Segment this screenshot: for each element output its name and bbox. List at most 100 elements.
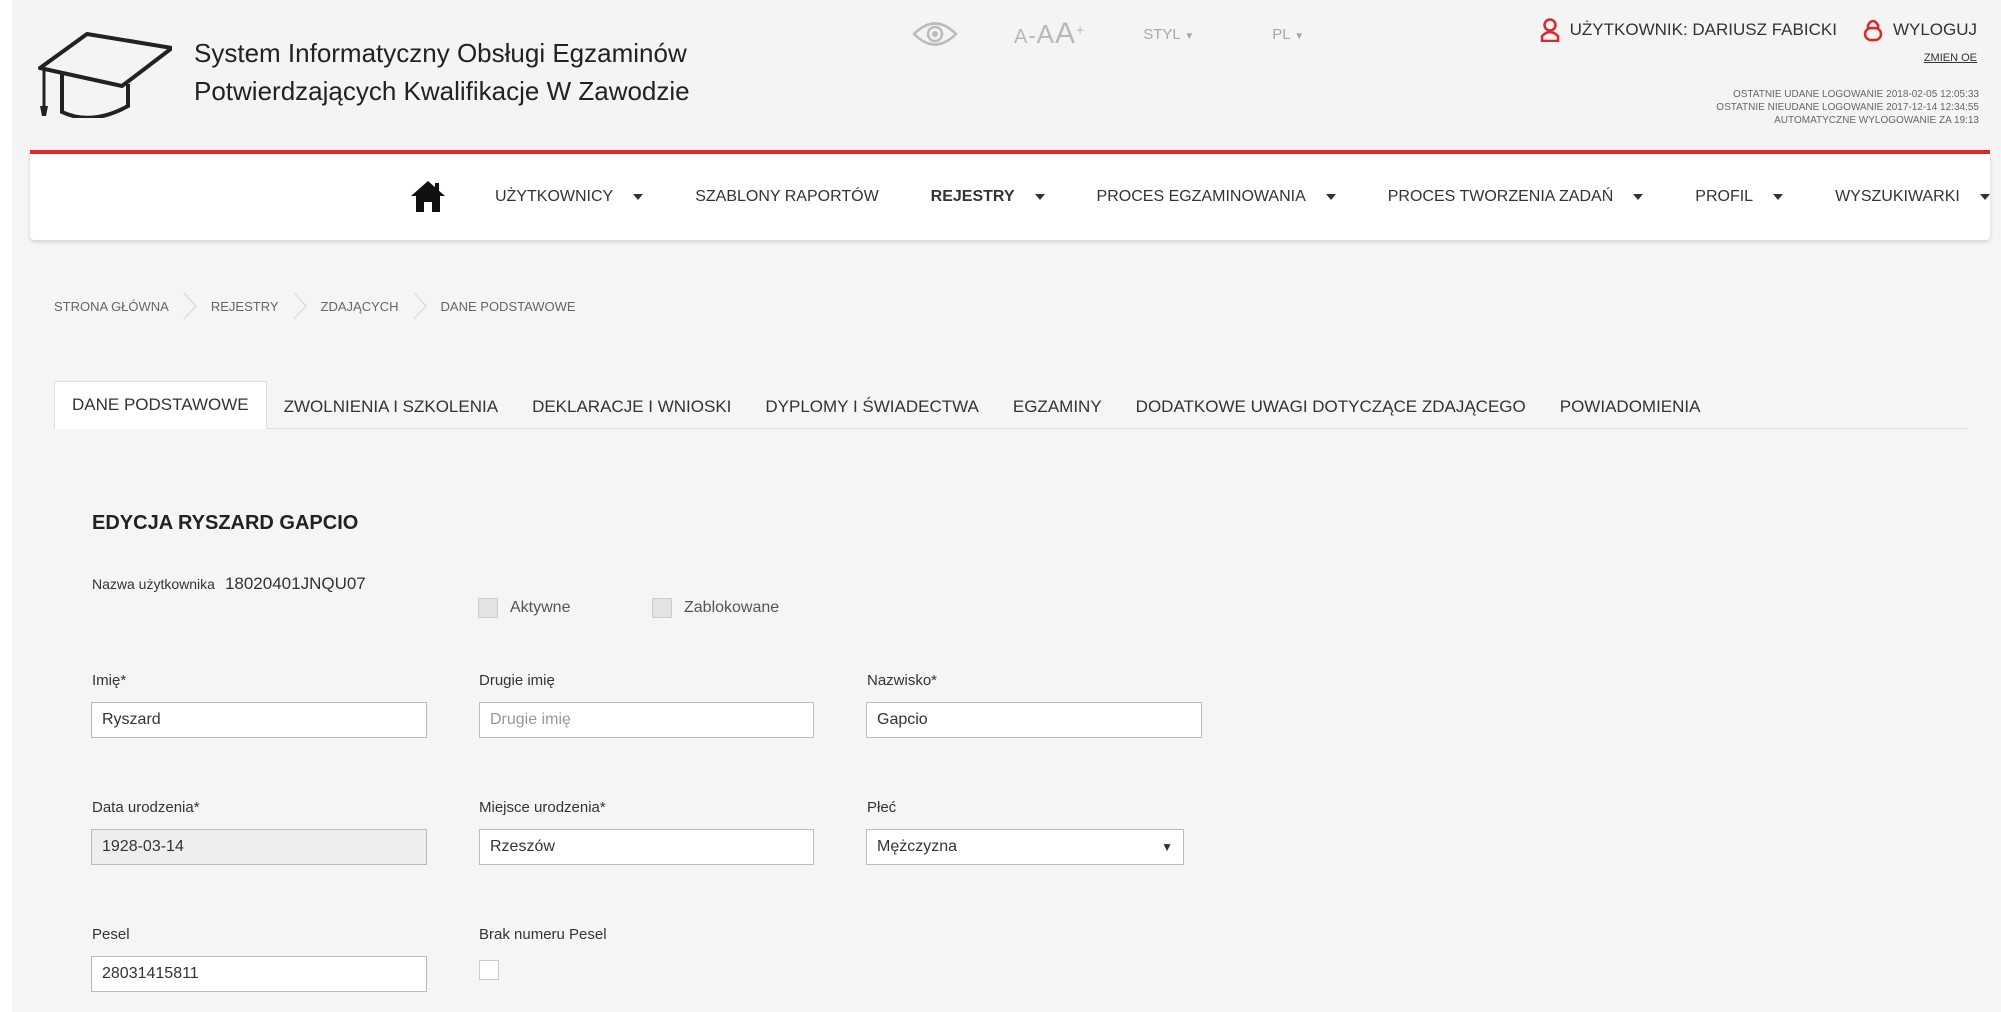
surname-label: Nazwisko* (867, 672, 938, 689)
breadcrumb-separator-icon (292, 292, 307, 320)
font-size-switcher[interactable]: A-AA+ (1014, 17, 1085, 51)
no-pesel-checkbox[interactable] (479, 960, 499, 980)
breadcrumb-separator-icon (183, 292, 197, 320)
chevron-down-icon: ▼ (1294, 30, 1305, 42)
blocked-checkbox[interactable] (652, 598, 672, 618)
nav-items: UŻYTKOWNICY SZABLONY RAPORTÓW REJESTRY P… (495, 154, 2001, 240)
font-size-minus: - (1028, 23, 1037, 48)
breadcrumb: STRONA GŁÓWNA REJESTRY ZDAJĄCYCH DANE PO… (54, 292, 576, 320)
last-failed-login: OSTATNIE NIEUDANE LOGOWANIE 2017-12-14 1… (1716, 102, 1979, 113)
app-title: System Informatyczny Obsługi Egzaminów P… (194, 34, 690, 110)
pesel-input[interactable] (91, 956, 427, 992)
nav-item-proces-tworzenia-zadan[interactable]: PROCES TWORZENIA ZADAŃ (1388, 188, 1644, 206)
first-name-input[interactable] (91, 702, 427, 738)
second-name-input[interactable] (479, 702, 814, 738)
caret-down-icon (1773, 194, 1784, 200)
nav-item-wyszukiwarki[interactable]: WYSZUKIWARKI (1835, 188, 1990, 206)
birth-date-input (91, 829, 427, 865)
header: System Informatyczny Obsługi Egzaminów P… (12, 0, 2001, 150)
tab-dyplomy-i-swiadectwa[interactable]: DYPLOMY I ŚWIADECTWA (748, 384, 995, 428)
gender-select[interactable]: Mężczyzna ▼ (866, 829, 1184, 865)
breadcrumb-item-current: DANE PODSTAWOWE (440, 298, 576, 314)
nav-item-label: PROCES TWORZENIA ZADAŃ (1387, 188, 1614, 205)
lock-icon (1863, 19, 1883, 42)
tab-zwolnienia-i-szkolenia[interactable]: ZWOLNIENIA I SZKOLENIA (267, 384, 515, 428)
style-label: STYL (1143, 25, 1181, 43)
chevron-down-icon: ▼ (1184, 30, 1195, 42)
blocked-label: Zablokowane (684, 599, 780, 616)
username-row: Nazwa użytkownika 18020401JNQU07 (92, 574, 366, 594)
chevron-down-icon: ▼ (1161, 840, 1173, 854)
app-title-line2: Potwierdzających Kwalifikacje W Zawodzie (194, 76, 690, 106)
language-label: PL (1272, 25, 1291, 43)
second-name-label: Drugie imię (479, 672, 555, 689)
nav-item-label: PROCES EGZAMINOWANIA (1096, 188, 1306, 205)
birth-date-label: Data urodzenia* (92, 799, 200, 816)
active-checkbox-row: Aktywne (478, 598, 570, 618)
last-success-login: OSTATNIE UDANE LOGOWANIE 2018-02-05 12:0… (1732, 89, 1979, 100)
active-checkbox[interactable] (478, 598, 498, 618)
nav-item-uzytkownicy[interactable]: UŻYTKOWNICY (495, 188, 644, 206)
nav-item-label: REJESTRY (930, 188, 1015, 205)
breadcrumb-item[interactable]: STRONA GŁÓWNA (54, 299, 169, 314)
change-password-link[interactable]: ZMIEN OE (1924, 52, 1977, 64)
app-title-line1: System Informatyczny Obsługi Egzaminów (194, 38, 687, 68)
tab-powiadomienia[interactable]: POWIADOMIENIA (1543, 384, 1718, 428)
nav-item-profil[interactable]: PROFIL (1695, 188, 1784, 206)
left-margin (0, 0, 12, 1012)
nav-item-label: PROFIL (1695, 188, 1754, 205)
username-value: 18020401JNQU07 (224, 574, 366, 593)
auto-logout-timer: AUTOMATYCZNE WYLOGOWANIE ZA 19:13 (1774, 115, 1979, 126)
style-dropdown[interactable]: STYL ▼ (1143, 26, 1194, 43)
nav-item-szablony-raportow[interactable]: SZABLONY RAPORTÓW (695, 188, 878, 206)
font-size-plus: + (1076, 21, 1086, 38)
no-pesel-checkbox-wrap (479, 960, 511, 980)
font-size-small[interactable]: A (1014, 26, 1028, 48)
gender-label: Płeć (867, 799, 897, 816)
nav-item-label: UŻYTKOWNICY (495, 188, 614, 205)
tab-dodatkowe-uwagi[interactable]: DODATKOWE UWAGI DOTYCZĄCE ZDAJĄCEGO (1119, 384, 1543, 428)
nav-item-label: SZABLONY RAPORTÓW (695, 188, 879, 205)
nav-item-label: WYSZUKIWARKI (1835, 188, 1960, 205)
active-label: Aktywne (510, 599, 571, 616)
gender-value: Mężczyzna (877, 838, 958, 855)
birth-place-input[interactable] (479, 829, 814, 865)
nav-item-rejestry[interactable]: REJESTRY (931, 188, 1045, 206)
font-size-large[interactable]: A (1055, 17, 1076, 50)
graduation-cap-icon (38, 32, 172, 118)
tab-deklaracje-i-wnioski[interactable]: DEKLARACJE I WNIOSKI (515, 384, 748, 428)
caret-down-icon (633, 194, 644, 200)
user-icon (1540, 18, 1559, 42)
breadcrumb-item[interactable]: ZDAJĄCYCH (321, 299, 399, 314)
login-info: OSTATNIE UDANE LOGOWANIE 2018-02-05 12:0… (1716, 88, 1979, 127)
surname-input[interactable] (866, 702, 1202, 738)
home-icon[interactable] (410, 178, 446, 214)
form-title: EDYCJA RYSZARD GAPCIO (92, 512, 359, 534)
pesel-label: Pesel (92, 926, 130, 943)
user-name: UŻYTKOWNIK: DARIUSZ FABICKI (1569, 20, 1837, 39)
caret-down-icon (1325, 194, 1336, 200)
caret-down-icon (1633, 194, 1644, 200)
breadcrumb-separator-icon (412, 292, 427, 320)
user-area: UŻYTKOWNIK: DARIUSZ FABICKI WYLOGUJ (1540, 18, 1977, 42)
no-pesel-label: Brak numeru Pesel (479, 926, 607, 943)
caret-down-icon (1979, 194, 1990, 200)
logout-label: WYLOGUJ (1892, 20, 1977, 39)
first-name-label: Imię* (92, 672, 127, 689)
caret-down-icon (1034, 194, 1045, 200)
nav-item-proces-egzaminowania[interactable]: PROCES EGZAMINOWANIA (1097, 188, 1336, 206)
main-navbar: UŻYTKOWNICY SZABLONY RAPORTÓW REJESTRY P… (30, 150, 1990, 240)
tab-egzaminy[interactable]: EGZAMINY (996, 384, 1119, 428)
birth-place-label: Miejsce urodzenia* (479, 799, 606, 816)
username-label: Nazwa użytkownika (92, 576, 215, 592)
tabs: DANE PODSTAWOWE ZWOLNIENIA I SZKOLENIA D… (54, 381, 1968, 429)
font-size-medium[interactable]: A (1037, 19, 1055, 49)
contrast-eye-icon[interactable] (912, 19, 958, 49)
blocked-checkbox-row: Zablokowane (652, 598, 779, 618)
breadcrumb-item[interactable]: REJESTRY (211, 299, 279, 314)
page: System Informatyczny Obsługi Egzaminów P… (0, 0, 2001, 1012)
language-dropdown[interactable]: PL ▼ (1272, 26, 1304, 43)
accessibility-tools: A-AA+ STYL ▼ PL ▼ (912, 16, 1382, 52)
logout-button[interactable]: WYLOGUJ (1863, 18, 1977, 42)
tab-dane-podstawowe[interactable]: DANE PODSTAWOWE (54, 381, 267, 429)
